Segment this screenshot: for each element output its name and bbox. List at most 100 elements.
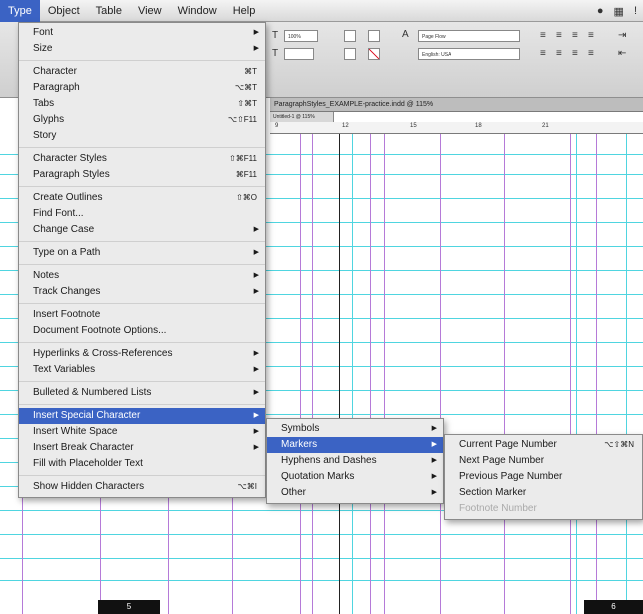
menu-item-size[interactable]: Size ▶ [19,41,265,57]
menu-item-character[interactable]: Character ⌘T [19,64,265,80]
marker-item-section-marker[interactable]: Section Marker [445,485,642,501]
marker-item-next-page-number[interactable]: Next Page Number [445,453,642,469]
menu-item-glyphs[interactable]: Glyphs ⌥⇧F11 [19,112,265,128]
stroke-swatch[interactable] [368,48,380,60]
justify-right-icon[interactable]: ≡ [572,48,578,59]
menu-item-label: Fill with Placeholder Text [33,458,143,469]
marker-item-previous-page-number[interactable]: Previous Page Number [445,469,642,485]
info-icon[interactable]: ǃ [634,5,637,17]
ruler-number: 9 [275,123,279,129]
document-subtab[interactable]: Untitled-1 @ 115% [270,112,334,122]
horizontal-ruler[interactable]: 9 12 15 18 21 [270,122,643,134]
bleed-guide[interactable] [352,134,353,614]
submenu-arrow-icon: ▶ [431,457,437,464]
menu-item-type-on-a-path[interactable]: Type on a Path ▶ [19,245,265,261]
menu-item-insert-break-character[interactable]: Insert Break Character ▶ [19,440,265,456]
menu-item-label: Quotation Marks [281,471,355,482]
menu-object[interactable]: Object [40,0,88,22]
align-center-icon[interactable]: ≡ [556,30,562,41]
menu-separator [19,147,265,148]
menu-item-story[interactable]: Story [19,128,265,144]
menu-item-paragraph-styles[interactable]: Paragraph Styles ⌘F11 [19,167,265,183]
menu-item-bulleted-numbered-lists[interactable]: Bulleted & Numbered Lists ▶ [19,385,265,401]
justify-center-icon[interactable]: ≡ [556,48,562,59]
submenu-item-symbols[interactable]: Symbols ▶ [267,421,443,437]
submenu-item-markers[interactable]: Markers ▶ [267,437,443,453]
menu-table[interactable]: Table [88,0,130,22]
menu-item-label: Glyphs [33,114,65,125]
menu-item-shortcut: ⌘F11 [235,170,257,179]
bleed-guide[interactable] [626,134,627,614]
submenu-item-other[interactable]: Other ▶ [267,485,443,501]
horizontal-guide[interactable] [0,534,643,535]
horizontal-guide[interactable] [0,580,643,581]
menu-item-label: Create Outlines [33,192,103,203]
menu-item-insert-white-space[interactable]: Insert White Space ▶ [19,424,265,440]
menu-item-label: Insert Special Character [33,410,141,421]
align-right-icon[interactable]: ≡ [572,30,578,41]
grid-icon[interactable]: ▦ [614,5,624,18]
submenu-item-quotation-marks[interactable]: Quotation Marks ▶ [267,469,443,485]
marker-item-current-page-number[interactable]: Current Page Number ⌥⇧⌘N [445,437,642,453]
indent-icon[interactable]: ⇥ [618,30,626,41]
menu-item-fill-with-placeholder-text[interactable]: Fill with Placeholder Text [19,456,265,472]
language-field[interactable]: English: USA [418,48,520,60]
vertical-scale-field[interactable]: 100% [284,30,318,42]
ruler-number: 18 [475,123,482,129]
menu-type[interactable]: Type [0,0,40,22]
submenu-item-hyphens-and-dashes[interactable]: Hyphens and Dashes ▶ [267,453,443,469]
menu-item-label: Insert White Space [33,426,118,437]
menu-item-notes[interactable]: Notes ▶ [19,268,265,284]
column-guide[interactable] [504,134,505,614]
justify-all-icon[interactable]: ≡ [588,48,594,59]
page-label-left: 5 [98,600,160,614]
outdent-icon[interactable]: ⇤ [618,48,626,59]
column-guide[interactable] [370,134,371,614]
menu-help[interactable]: Help [225,0,264,22]
menu-item-track-changes[interactable]: Track Changes ▶ [19,284,265,300]
menu-view[interactable]: View [130,0,170,22]
menu-item-shortcut: ⇧⌘T [237,99,257,108]
menu-item-insert-special-character[interactable]: Insert Special Character ▶ [19,408,265,424]
menu-item-label: Hyperlinks & Cross-References [33,348,173,359]
menu-window[interactable]: Window [170,0,225,22]
page-label-right: 6 [584,600,643,614]
style-field[interactable]: Page Flow [418,30,520,42]
menu-item-document-footnote-options[interactable]: Document Footnote Options... [19,323,265,339]
menu-item-label: Paragraph Styles [33,169,110,180]
column-guide[interactable] [384,134,385,614]
scale-dropdown[interactable] [344,30,356,42]
menu-item-insert-footnote[interactable]: Insert Footnote [19,307,265,323]
menu-item-font[interactable]: Font ▶ [19,25,265,41]
menu-item-label: Bulleted & Numbered Lists [33,387,152,398]
justify-left-icon[interactable]: ≡ [540,48,546,59]
column-guide[interactable] [300,134,301,614]
skew-dropdown[interactable] [344,48,356,60]
menu-item-label: Footnote Number [459,503,537,514]
column-guide[interactable] [596,134,597,614]
ruler-number: 12 [342,123,349,129]
menu-item-hyperlinks-cross-references[interactable]: Hyperlinks & Cross-References ▶ [19,346,265,362]
horizontal-guide[interactable] [0,558,643,559]
menu-item-create-outlines[interactable]: Create Outlines ⇧⌘O [19,190,265,206]
menu-item-show-hidden-characters[interactable]: Show Hidden Characters ⌥⌘I [19,479,265,495]
menu-item-label: Change Case [33,224,95,235]
skew-field[interactable] [284,48,314,60]
column-guide[interactable] [570,134,571,614]
menu-item-text-variables[interactable]: Text Variables ▶ [19,362,265,378]
style-field-value: Page Flow [422,34,446,40]
menu-item-shortcut: ⌘T [244,67,257,76]
column-guide[interactable] [440,134,441,614]
align-justify-icon[interactable]: ≡ [588,30,594,41]
menu-item-find-font[interactable]: Find Font... [19,206,265,222]
document-tab[interactable]: ParagraphStyles_EXAMPLE-practice.indd @ … [270,98,643,112]
menu-item-change-case[interactable]: Change Case ▶ [19,222,265,238]
menu-item-tabs[interactable]: Tabs ⇧⌘T [19,96,265,112]
record-icon[interactable]: ● [597,5,604,17]
column-guide[interactable] [312,134,313,614]
menu-item-paragraph[interactable]: Paragraph ⌥⌘T [19,80,265,96]
menu-item-character-styles[interactable]: Character Styles ⇧⌘F11 [19,151,265,167]
bleed-guide[interactable] [576,134,577,614]
fill-swatch[interactable] [368,30,380,42]
align-left-icon[interactable]: ≡ [540,30,546,41]
